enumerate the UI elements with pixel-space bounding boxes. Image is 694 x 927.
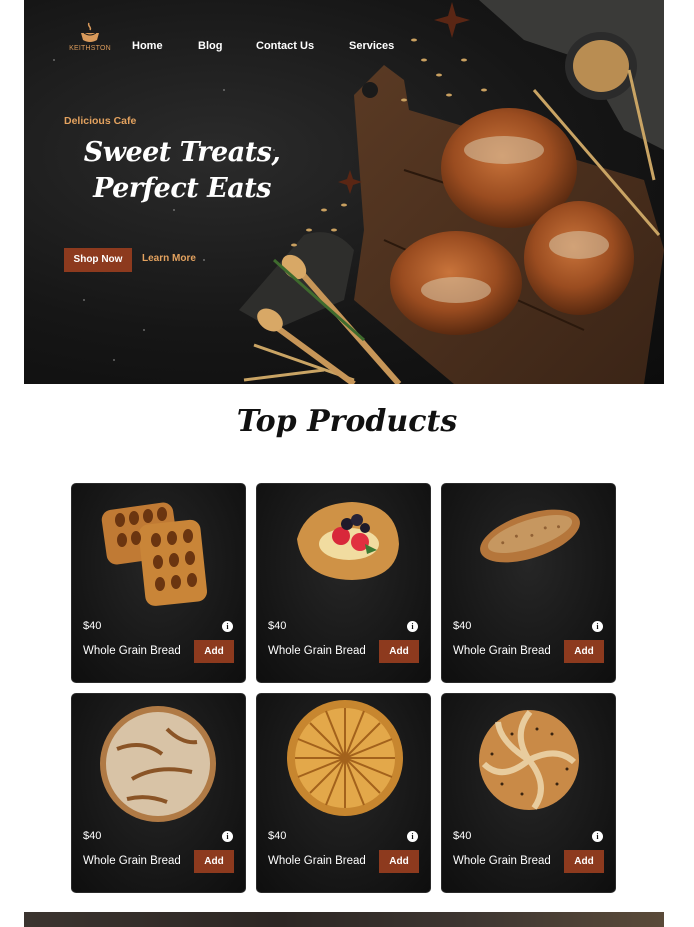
hero-headline: Sweet Treats, Perfect Eats <box>62 135 302 207</box>
info-icon[interactable]: i <box>407 831 418 842</box>
hero-headline-line-1: Sweet Treats, <box>83 137 281 168</box>
shop-now-button[interactable]: Shop Now <box>64 248 132 272</box>
product-name: Whole Grain Bread <box>83 645 181 657</box>
add-to-cart-button[interactable]: Add <box>194 850 234 873</box>
product-price: $40 <box>453 830 472 842</box>
add-to-cart-button[interactable]: Add <box>194 640 234 663</box>
seeded-kaiser-roll-image <box>479 710 579 810</box>
lattice-pastry-image <box>101 502 208 606</box>
info-icon[interactable]: i <box>592 831 603 842</box>
product-price: $40 <box>268 620 287 632</box>
product-card[interactable]: $40 i Whole Grain Bread Add <box>256 483 431 683</box>
baguette-loaf-image <box>480 509 580 563</box>
sliced-pie-image <box>287 700 403 816</box>
product-name: Whole Grain Bread <box>83 855 181 867</box>
info-icon[interactable]: i <box>407 621 418 632</box>
product-name: Whole Grain Bread <box>268 645 366 657</box>
product-card[interactable]: $40 i Whole Grain Bread Add <box>256 693 431 893</box>
product-card[interactable]: $40 i Whole Grain Bread Add <box>71 483 246 683</box>
learn-more-link[interactable]: Learn More <box>142 253 196 264</box>
top-products-title: Top Products <box>236 404 458 439</box>
product-price: $40 <box>83 620 102 632</box>
nav-blog[interactable]: Blog <box>198 40 222 52</box>
next-section-banner <box>24 912 664 927</box>
coffee-cup-icon <box>81 22 99 42</box>
hero-headline-line-2: Perfect Eats <box>93 173 271 204</box>
nav-contact-us[interactable]: Contact Us <box>256 40 314 52</box>
product-price: $40 <box>453 620 472 632</box>
add-to-cart-button[interactable]: Add <box>379 640 419 663</box>
nav-services[interactable]: Services <box>349 40 394 52</box>
nav-home[interactable]: Home <box>132 40 163 52</box>
add-to-cart-button[interactable]: Add <box>564 850 604 873</box>
round-sourdough-image <box>100 706 216 822</box>
hero-banner: KEITHSTON Home Blog Contact Us Services … <box>24 0 664 384</box>
product-card[interactable]: $40 i Whole Grain Bread Add <box>441 693 616 893</box>
add-to-cart-button[interactable]: Add <box>564 640 604 663</box>
product-price: $40 <box>268 830 287 842</box>
product-card[interactable]: $40 i Whole Grain Bread Add <box>71 693 246 893</box>
brand-logo[interactable]: KEITHSTON <box>68 22 112 62</box>
product-name: Whole Grain Bread <box>453 855 551 867</box>
hero-eyebrow: Delicious Cafe <box>64 115 137 127</box>
product-name: Whole Grain Bread <box>453 645 551 657</box>
info-icon[interactable]: i <box>592 621 603 632</box>
add-to-cart-button[interactable]: Add <box>379 850 419 873</box>
product-name: Whole Grain Bread <box>268 855 366 867</box>
info-icon[interactable]: i <box>222 831 233 842</box>
info-icon[interactable]: i <box>222 621 233 632</box>
product-card[interactable]: $40 i Whole Grain Bread Add <box>441 483 616 683</box>
berry-danish-image <box>297 502 399 580</box>
product-price: $40 <box>83 830 102 842</box>
logo-text: KEITHSTON <box>69 45 111 52</box>
